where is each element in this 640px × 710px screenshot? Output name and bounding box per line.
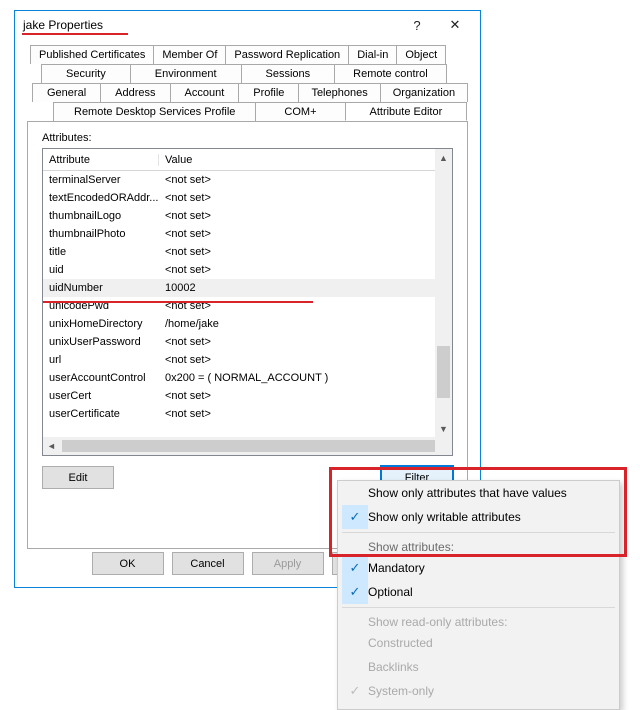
help-button[interactable]: ? bbox=[398, 15, 436, 35]
check-icon bbox=[342, 631, 368, 655]
tab-object[interactable]: Object bbox=[396, 45, 446, 64]
table-row[interactable]: unixHomeDirectory/home/jake bbox=[43, 315, 435, 333]
tab-row-2: Security Environment Sessions Remote con… bbox=[27, 64, 468, 83]
tab-sessions[interactable]: Sessions bbox=[241, 64, 336, 83]
table-row[interactable]: thumbnailLogo<not set> bbox=[43, 207, 435, 225]
menu-item-only-values[interactable]: Show only attributes that have values bbox=[338, 481, 619, 505]
tab-security[interactable]: Security bbox=[41, 64, 131, 83]
check-icon: ✓ bbox=[342, 580, 368, 604]
menu-item-mandatory[interactable]: ✓ Mandatory bbox=[338, 556, 619, 580]
vertical-scrollbar[interactable]: ▲ ▼ bbox=[435, 149, 452, 437]
check-icon: ✓ bbox=[342, 505, 368, 529]
tab-dial-in[interactable]: Dial-in bbox=[348, 45, 397, 64]
table-row[interactable]: url<not set> bbox=[43, 351, 435, 369]
menu-label: Backlinks bbox=[368, 660, 419, 674]
cancel-button[interactable]: Cancel bbox=[172, 552, 244, 575]
table-row[interactable]: unixUserPassword<not set> bbox=[43, 333, 435, 351]
tab-rds-profile[interactable]: Remote Desktop Services Profile bbox=[53, 102, 256, 121]
menu-item-system-only[interactable]: ✓ System-only bbox=[338, 679, 619, 703]
tab-organization[interactable]: Organization bbox=[380, 83, 468, 102]
scroll-corner bbox=[435, 437, 452, 455]
window-title: jake Properties bbox=[23, 18, 398, 32]
table-row[interactable]: unicodePwd<not set> bbox=[43, 297, 435, 315]
tab-published-certificates[interactable]: Published Certificates bbox=[30, 45, 154, 64]
menu-item-only-writable[interactable]: ✓ Show only writable attributes bbox=[338, 505, 619, 529]
menu-item-optional[interactable]: ✓ Optional bbox=[338, 580, 619, 604]
col-attribute[interactable]: Attribute bbox=[43, 154, 159, 166]
table-row[interactable]: title<not set> bbox=[43, 243, 435, 261]
attributes-label: Attributes: bbox=[42, 132, 453, 144]
check-icon: ✓ bbox=[342, 556, 368, 580]
table-row[interactable]: userCert<not set> bbox=[43, 387, 435, 405]
menu-heading-readonly: Show read-only attributes: bbox=[338, 611, 619, 631]
tab-remote-control[interactable]: Remote control bbox=[334, 64, 447, 83]
scroll-track[interactable] bbox=[435, 166, 452, 420]
scroll-track[interactable] bbox=[60, 437, 418, 455]
menu-label: Constructed bbox=[368, 636, 433, 650]
menu-label: Optional bbox=[368, 585, 413, 599]
annotation-underline-title bbox=[22, 33, 128, 35]
menu-heading-show-attributes: Show attributes: bbox=[338, 536, 619, 556]
tab-environment[interactable]: Environment bbox=[130, 64, 242, 83]
table-row[interactable]: uid<not set> bbox=[43, 261, 435, 279]
menu-label: Show only writable attributes bbox=[368, 510, 521, 524]
check-icon: ✓ bbox=[342, 679, 368, 703]
close-icon: ✕ bbox=[450, 17, 461, 33]
tab-address[interactable]: Address bbox=[100, 83, 170, 102]
ok-button[interactable]: OK bbox=[92, 552, 164, 575]
scroll-thumb[interactable] bbox=[62, 440, 442, 452]
menu-label: Show only attributes that have values bbox=[368, 486, 567, 500]
menu-separator bbox=[342, 532, 615, 533]
menu-label: Mandatory bbox=[368, 561, 425, 575]
tab-general[interactable]: General bbox=[32, 83, 101, 102]
scroll-left-icon[interactable]: ◄ bbox=[43, 437, 60, 454]
tab-area: Published Certificates Member Of Passwor… bbox=[27, 45, 468, 549]
scroll-up-icon[interactable]: ▲ bbox=[435, 149, 452, 166]
table-row[interactable]: terminalServer<not set> bbox=[43, 171, 435, 189]
annotation-underline-row bbox=[43, 301, 313, 303]
table-row[interactable]: thumbnailPhoto<not set> bbox=[43, 225, 435, 243]
table-row[interactable]: userCertificate<not set> bbox=[43, 405, 435, 423]
table-row-selected[interactable]: uidNumber10002 bbox=[43, 279, 435, 297]
apply-button[interactable]: Apply bbox=[252, 552, 324, 575]
edit-button[interactable]: Edit bbox=[42, 466, 114, 489]
grid-body: terminalServer<not set> textEncodedORAdd… bbox=[43, 171, 435, 437]
tab-member-of[interactable]: Member Of bbox=[153, 45, 226, 64]
tab-password-replication[interactable]: Password Replication bbox=[225, 45, 349, 64]
help-icon: ? bbox=[413, 18, 420, 33]
col-value[interactable]: Value bbox=[159, 154, 452, 166]
table-row[interactable]: textEncodedORAddr...<not set> bbox=[43, 189, 435, 207]
tab-account[interactable]: Account bbox=[170, 83, 240, 102]
tab-row-1: Published Certificates Member Of Passwor… bbox=[27, 45, 468, 64]
close-button[interactable]: ✕ bbox=[436, 15, 474, 35]
tab-telephones[interactable]: Telephones bbox=[298, 83, 380, 102]
check-icon bbox=[342, 481, 368, 505]
menu-item-backlinks[interactable]: Backlinks bbox=[338, 655, 619, 679]
tab-profile[interactable]: Profile bbox=[238, 83, 299, 102]
menu-label: System-only bbox=[368, 684, 434, 698]
tab-com-plus[interactable]: COM+ bbox=[255, 102, 345, 121]
menu-separator bbox=[342, 607, 615, 608]
tab-attribute-editor[interactable]: Attribute Editor bbox=[345, 102, 468, 121]
scroll-thumb[interactable] bbox=[437, 346, 450, 398]
filter-popup: Show only attributes that have values ✓ … bbox=[337, 480, 620, 710]
check-icon bbox=[342, 655, 368, 679]
grid-header: Attribute Value bbox=[43, 149, 452, 171]
menu-item-constructed[interactable]: Constructed bbox=[338, 631, 619, 655]
tab-row-3: General Address Account Profile Telephon… bbox=[27, 83, 468, 102]
table-row[interactable]: userAccountControl0x200 = ( NORMAL_ACCOU… bbox=[43, 369, 435, 387]
scroll-down-icon[interactable]: ▼ bbox=[435, 420, 452, 437]
tab-row-4: Remote Desktop Services Profile COM+ Att… bbox=[27, 102, 468, 121]
horizontal-scrollbar[interactable]: ◄ ► bbox=[43, 437, 435, 455]
